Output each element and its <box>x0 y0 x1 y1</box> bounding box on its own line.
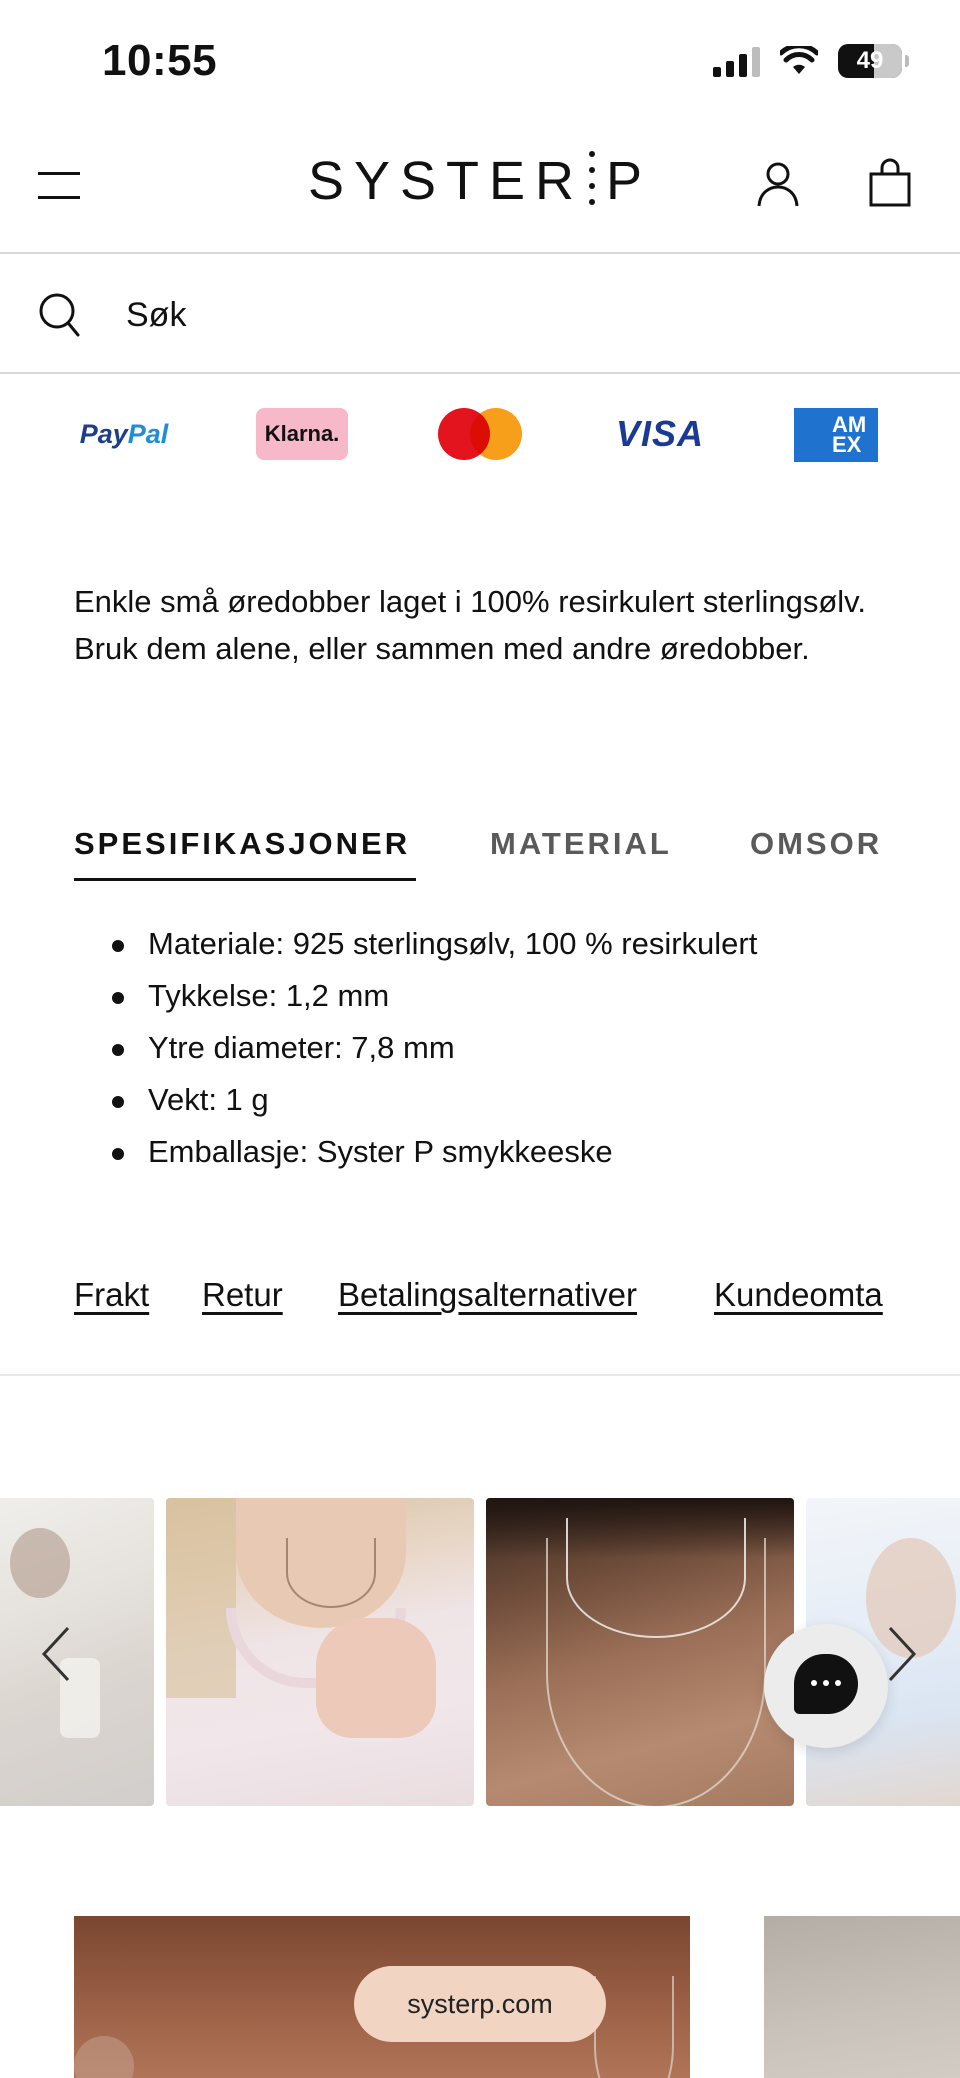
logo-dots <box>588 151 596 205</box>
spec-item: Emballasje: Syster P smykkeeske <box>110 1126 910 1178</box>
chat-button[interactable] <box>764 1624 888 1748</box>
link-retur[interactable]: Retur <box>202 1276 283 1314</box>
logo-text-right: P <box>606 151 653 211</box>
status-icons: 49 <box>713 44 909 78</box>
promo-image-secondary[interactable] <box>764 1916 960 2078</box>
paypal-logo-text-b: Pal <box>127 418 169 449</box>
link-kundeomtaler[interactable]: Kundeomta <box>714 1276 883 1314</box>
spec-item: Tykkelse: 1,2 mm <box>110 970 910 1022</box>
status-time: 10:55 <box>102 36 218 85</box>
spec-item: Materiale: 925 sterlingsølv, 100 % resir… <box>110 918 910 970</box>
signal-icon <box>713 45 760 77</box>
chevron-left-icon[interactable] <box>38 1622 78 1686</box>
tab-material[interactable]: MATERIAL <box>490 826 672 862</box>
product-description: Enkle små øredobber laget i 100% resirku… <box>74 584 866 666</box>
gallery-image[interactable] <box>166 1498 474 1806</box>
link-betalingsalternativer[interactable]: Betalingsalternativer <box>338 1276 637 1314</box>
battery-icon: 49 <box>838 44 909 78</box>
site-header: SYSTER P <box>0 120 960 254</box>
cart-icon[interactable] <box>868 158 912 208</box>
link-frakt[interactable]: Frakt <box>74 1276 149 1314</box>
product-tabs: SPESIFIKASJONER MATERIAL OMSOR <box>74 826 886 886</box>
battery-percent: 49 <box>856 47 884 74</box>
spec-item: Vekt: 1 g <box>110 1074 910 1126</box>
tab-omsorg[interactable]: OMSOR <box>750 826 882 862</box>
mastercard-logo <box>436 408 524 460</box>
klarna-logo: Klarna. <box>256 408 348 460</box>
gallery-image[interactable] <box>486 1498 794 1806</box>
info-links: Frakt Retur Betalingsalternativer Kundeo… <box>74 1276 886 1336</box>
visa-logo: VISA <box>615 413 705 454</box>
status-bar: 10:55 49 <box>0 0 960 120</box>
paypal-logo: Pay Pal <box>74 408 174 460</box>
amex-logo: AM EX <box>794 408 878 462</box>
spec-item: Ytre diameter: 7,8 mm <box>110 1022 910 1074</box>
logo-text-left: SYSTER <box>307 151 585 211</box>
section-divider <box>0 1374 960 1376</box>
account-icon[interactable] <box>756 160 800 208</box>
specifications-list: Materiale: 925 sterlingsølv, 100 % resir… <box>110 918 910 1178</box>
search-input[interactable] <box>126 288 906 342</box>
search-bar <box>0 256 960 374</box>
tab-spesifikasjoner[interactable]: SPESIFIKASJONER <box>74 826 410 862</box>
syster-p-logo[interactable]: SYSTER P <box>0 150 960 212</box>
amex-logo-text-b: EX <box>832 432 862 457</box>
search-icon[interactable] <box>38 292 80 338</box>
site-url-pill[interactable]: systerp.com <box>354 1966 606 2042</box>
active-tab-indicator <box>74 878 416 881</box>
paypal-logo-text-a: Pay <box>79 418 128 449</box>
chat-icon <box>794 1654 858 1714</box>
wifi-icon <box>780 46 818 74</box>
